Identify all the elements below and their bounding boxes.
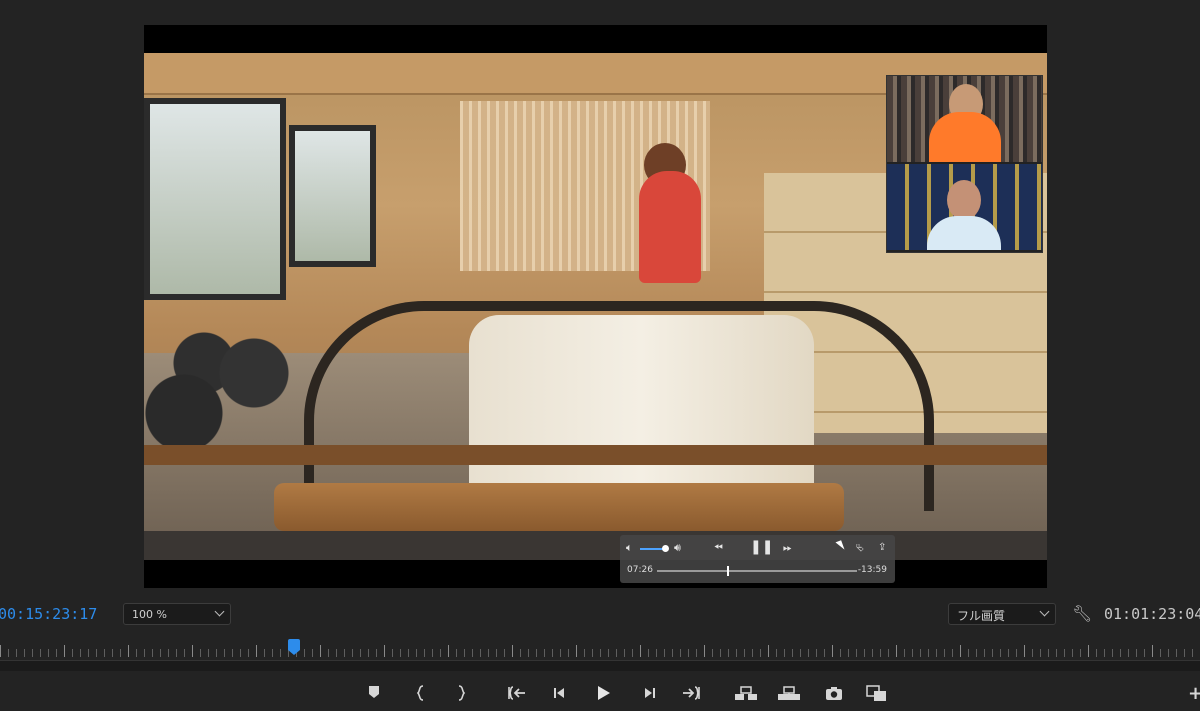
step-forward-icon — [645, 688, 655, 698]
current-timecode[interactable]: 00:15:23:17 — [0, 605, 97, 623]
scrub-bar[interactable] — [657, 570, 857, 572]
mark-in-button[interactable] — [408, 680, 434, 706]
compare-view-button[interactable] — [864, 680, 890, 706]
zoom-level-value: 100 % — [132, 608, 167, 621]
volume-slider-track[interactable] — [640, 548, 664, 550]
mark-in-icon — [416, 685, 424, 701]
ruler-major-ticks — [0, 645, 1200, 657]
frame-window-left — [144, 98, 286, 300]
playback-resolution-select[interactable]: フル画質 — [948, 603, 1056, 625]
pip-icon[interactable]: ⮱ — [856, 543, 864, 555]
call-participant-1 — [887, 76, 1042, 162]
play-icon — [598, 686, 610, 700]
mark-out-icon — [458, 685, 466, 701]
share-icon[interactable]: ⇪ — [878, 542, 886, 554]
marker-icon — [369, 686, 379, 698]
mark-out-button[interactable] — [448, 680, 474, 706]
transport-controls — [0, 680, 1200, 708]
frame-window-mid — [289, 125, 376, 267]
time-remaining: -13:59 — [857, 565, 887, 575]
chevron-down-icon — [214, 606, 225, 617]
duration-timecode: 01:01:23:04 — [1104, 605, 1200, 623]
step-back-button[interactable] — [547, 680, 573, 706]
media-player-controls[interactable]: 🔈︎ 🔊︎ ⏪︎ ❚❚ ⏩︎ ⮱ ⇪ 07:26 -13:59 — [620, 535, 895, 583]
video-call-inset — [886, 75, 1043, 253]
step-back-icon — [554, 688, 564, 698]
time-elapsed: 07:26 — [627, 565, 653, 575]
compare-icon — [866, 685, 886, 701]
insert-button[interactable] — [733, 680, 759, 706]
playhead[interactable] — [288, 639, 300, 650]
rewind-icon[interactable]: ⏪︎ — [714, 542, 723, 554]
go-to-in-icon — [508, 686, 525, 700]
playhead-tip[interactable] — [288, 650, 300, 655]
chevron-down-icon — [1039, 606, 1050, 617]
frame-wood-bar — [144, 445, 1047, 465]
export-frame-button[interactable] — [821, 680, 847, 706]
participant-1-body — [929, 112, 1001, 162]
zoom-scroll-bar[interactable] — [0, 660, 1200, 671]
volume-slider-knob[interactable] — [661, 545, 669, 552]
call-participant-2 — [887, 164, 1042, 250]
pause-icon[interactable]: ❚❚ — [750, 540, 773, 554]
speaker-icon[interactable]: 🔈︎ — [626, 542, 633, 554]
go-to-out-button[interactable] — [678, 680, 704, 706]
zoom-level-select[interactable]: 100 % — [123, 603, 231, 625]
camera-icon — [826, 687, 842, 700]
go-to-in-button[interactable] — [504, 680, 530, 706]
overwrite-icon — [778, 686, 800, 700]
scrub-knob[interactable] — [727, 566, 729, 576]
add-marker-button[interactable] — [361, 680, 387, 706]
go-to-out-icon — [683, 686, 700, 700]
frame-cloth-roll — [469, 315, 814, 505]
frame-person — [639, 171, 701, 283]
time-ruler[interactable] — [0, 640, 1200, 660]
insert-icon — [735, 686, 757, 700]
participant-2-body — [927, 216, 1001, 250]
add-button-icon[interactable]: + — [1188, 683, 1200, 704]
frame-roller — [274, 483, 844, 531]
frame-base — [144, 531, 1047, 560]
playback-resolution-value: フル画質 — [957, 609, 1006, 623]
wrench-icon[interactable]: 🔧︎ — [1072, 604, 1092, 623]
participant-2-face — [947, 180, 981, 220]
fast-forward-icon[interactable]: ⏩︎ — [783, 542, 792, 554]
program-monitor-video[interactable]: 🔈︎ 🔊︎ ⏪︎ ❚❚ ⏩︎ ⮱ ⇪ 07:26 -13:59 — [144, 25, 1047, 588]
play-button[interactable] — [590, 680, 616, 706]
overwrite-button[interactable] — [776, 680, 802, 706]
step-forward-button[interactable] — [636, 680, 662, 706]
speaker-loud-icon[interactable]: 🔊︎ — [674, 542, 681, 554]
